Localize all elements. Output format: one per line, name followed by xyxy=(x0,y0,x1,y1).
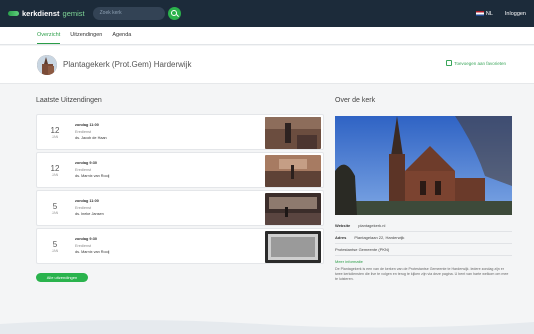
language-selector[interactable]: NL xyxy=(475,10,493,17)
broadcast-thumbnail[interactable] xyxy=(265,155,321,187)
date-month: JAN xyxy=(51,210,59,215)
broadcast-date: 12 JAN xyxy=(37,164,73,177)
star-icon xyxy=(446,60,453,66)
logo-text-light: gemist xyxy=(62,9,85,18)
church-header: Plantagekerk (Prot.Gem) Harderwijk Toevo… xyxy=(0,46,534,84)
church-info: Website plantagekerk.nl Adres Plantagelaan… xyxy=(335,222,512,283)
website-value[interactable]: plantagekerk.nl xyxy=(358,223,385,228)
tab-uitzendingen[interactable]: Uitzendingen xyxy=(70,27,102,44)
church-tabs: Overzicht Uitzendingen Agenda xyxy=(0,27,534,45)
dutch-flag-icon xyxy=(475,11,484,16)
divider xyxy=(335,255,512,256)
date-day: 12 xyxy=(50,163,60,173)
broadcast-date: 12 JAN xyxy=(37,126,73,139)
broadcast-info: zondag 9:30 Eredienst ds. Marnix van Roo… xyxy=(75,160,109,180)
divider xyxy=(335,243,512,244)
broadcast-info: zondag 11:00 Eredienst ds. Jacob de Haan xyxy=(75,122,107,142)
date-day: 5 xyxy=(52,239,58,249)
broadcast-speaker: ds. Marnix van Rooij xyxy=(75,174,110,179)
favorite-button[interactable]: Toevoegen aan favorieten xyxy=(446,60,506,66)
info-row-address: Adres Plantagelaan 22, Harderwijk xyxy=(335,234,512,241)
login-link[interactable]: Inloggen xyxy=(505,11,526,17)
date-month: JAN xyxy=(51,172,59,177)
info-row-website: Website plantagekerk.nl xyxy=(335,222,512,229)
about-title: Over de kerk xyxy=(335,97,376,104)
broadcast-thumbnail[interactable] xyxy=(265,117,321,149)
broadcast-speaker: ds. Marnix van Rooij xyxy=(75,250,110,255)
broadcast-thumbnail[interactable] xyxy=(265,231,321,263)
church-name: Plantagekerk (Prot.Gem) Harderwijk xyxy=(63,60,192,69)
logo-text-bold: kerkdienst xyxy=(22,9,60,18)
date-day: 5 xyxy=(52,201,58,211)
footer-wave xyxy=(0,320,534,334)
search-input[interactable]: Zoek kerk xyxy=(92,7,165,20)
divider xyxy=(335,231,512,232)
broadcast-date: 5 JAN xyxy=(37,240,73,253)
broadcast-speaker: ds. Ineke Jansen xyxy=(75,212,104,217)
address-value: Plantagelaan 22, Harderwijk xyxy=(354,235,405,240)
date-month: JAN xyxy=(51,134,59,139)
search-icon[interactable] xyxy=(167,7,181,20)
more-info-link[interactable]: Meer informatie xyxy=(335,258,512,265)
broadcast-date: 5 JAN xyxy=(37,202,73,215)
church-avatar xyxy=(37,54,57,75)
website-label: Website xyxy=(335,223,351,228)
broadcast-card[interactable]: 5 JAN zondag 11:00 Eredienst ds. Ineke J… xyxy=(36,190,324,226)
tab-overzicht[interactable]: Overzicht xyxy=(37,27,61,44)
broadcast-speaker: ds. Jacob de Haan xyxy=(75,136,107,141)
church-description: De Plantagekerk is een van de kerken van… xyxy=(335,267,509,282)
broadcasts-title: Laatste Uitzendingen xyxy=(36,97,102,104)
date-day: 12 xyxy=(50,125,60,135)
all-broadcasts-button[interactable]: Alle uitzendingen xyxy=(36,273,88,282)
tab-agenda[interactable]: Agenda xyxy=(112,27,131,44)
broadcast-card[interactable]: 12 JAN zondag 9:30 Eredienst ds. Marnix … xyxy=(36,152,324,188)
date-month: JAN xyxy=(51,248,59,253)
top-navbar: kerkdienst gemist Zoek kerk NL Inloggen xyxy=(0,0,534,27)
church-photo xyxy=(335,116,512,215)
broadcast-card[interactable]: 12 JAN zondag 11:00 Eredienst ds. Jacob … xyxy=(36,114,324,150)
logo-icon xyxy=(8,11,19,16)
language-label: NL xyxy=(485,10,493,17)
logo[interactable]: kerkdienst gemist xyxy=(8,9,85,18)
address-label: Adres xyxy=(335,235,347,240)
broadcast-thumbnail[interactable] xyxy=(265,193,321,225)
favorite-label: Toevoegen aan favorieten xyxy=(454,60,506,66)
broadcast-list: 12 JAN zondag 11:00 Eredienst ds. Jacob … xyxy=(36,114,324,266)
broadcast-info: zondag 11:00 Eredienst ds. Ineke Jansen xyxy=(75,198,104,218)
denomination: Protestantse Gemeente (PKN) xyxy=(335,247,390,252)
broadcast-card[interactable]: 5 JAN zondag 9:30 Eredienst ds. Marnix v… xyxy=(36,228,324,264)
broadcast-info: zondag 9:30 Eredienst ds. Marnix van Roo… xyxy=(75,236,109,256)
